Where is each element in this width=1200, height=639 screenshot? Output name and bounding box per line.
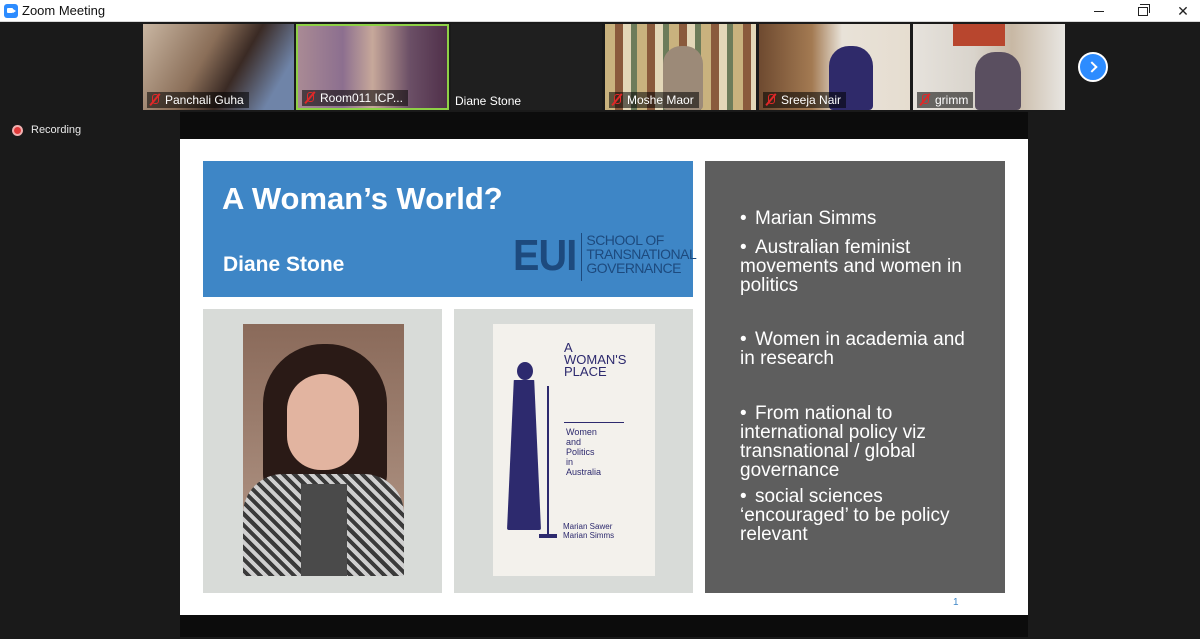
eui-logo-divider (581, 233, 583, 281)
restore-icon (1138, 3, 1150, 16)
author-portrait-image (243, 324, 404, 576)
window-title: Zoom Meeting (22, 3, 106, 18)
zoom-app-icon (4, 4, 18, 18)
speaker-illustration (503, 362, 557, 542)
next-participants-button[interactable] (1078, 52, 1108, 82)
eui-logo: EUI SCHOOL OF TRANSNATIONAL GOVERNANCE (513, 231, 697, 281)
participant-tile-video-off[interactable]: Diane Stone (451, 24, 602, 110)
window-titlebar: Zoom Meeting ✕ (0, 0, 1200, 22)
book-authors: Marian Sawer Marian Simms (563, 522, 615, 540)
recording-indicator[interactable]: Recording (12, 124, 81, 136)
slide-page-number: 1 (953, 597, 959, 608)
book-cover-image: A WOMAN'S PLACE Women and Politics in Au… (493, 324, 655, 576)
bullet-item: • Australian feminist movements and women… (740, 237, 962, 296)
close-button[interactable]: ✕ (1160, 0, 1200, 22)
participant-tile[interactable]: Panchali Guha (143, 24, 294, 110)
close-icon: ✕ (1177, 2, 1189, 19)
eui-logo-mark: EUI (513, 231, 577, 280)
participant-name-label: Panchali Guha (147, 92, 249, 108)
muted-mic-icon (304, 91, 316, 105)
minimize-button[interactable] (1076, 0, 1122, 22)
participant-name-label: Sreeja Nair (763, 92, 847, 108)
bullet-list-panel: • Marian Simms • Australian feminist movem… (705, 161, 1005, 593)
recording-label: Recording (31, 124, 82, 136)
presentation-slide: A Woman’s World? Diane Stone EUI SCHOOL … (180, 139, 1028, 615)
muted-mic-icon (611, 93, 623, 107)
bullet-item: • From national to international policy v… (740, 403, 926, 481)
participant-tile[interactable]: grimm (913, 24, 1065, 110)
minimize-icon (1094, 10, 1104, 12)
slide-title-box: A Woman’s World? Diane Stone EUI SCHOOL … (203, 161, 697, 297)
slide-title: A Woman’s World? (222, 181, 503, 216)
participant-tile[interactable]: Moshe Maor (605, 24, 756, 110)
book-cover-panel: A WOMAN'S PLACE Women and Politics in Au… (454, 309, 693, 593)
eui-logo-text: SCHOOL OF TRANSNATIONAL GOVERNANCE (586, 232, 697, 276)
muted-mic-icon (149, 93, 161, 107)
book-title: A WOMAN'S PLACE (564, 340, 627, 379)
participant-name-label: Moshe Maor (609, 92, 699, 108)
record-icon (12, 124, 23, 136)
slide-author: Diane Stone (223, 253, 345, 276)
participant-name-label: Diane Stone (455, 94, 522, 108)
muted-mic-icon (765, 93, 777, 107)
participant-name-label: Room011 ICP... (302, 90, 408, 106)
muted-mic-icon (919, 93, 931, 107)
portrait-panel (203, 309, 442, 593)
participant-tile-active[interactable]: Room011 ICP... (296, 24, 449, 110)
bullet-item: • social sciences ‘encouraged’ to be poli… (740, 486, 950, 545)
bullet-item: • Women in academia and in research (740, 329, 965, 369)
book-subtitle: Women and Politics in Australia (566, 427, 602, 477)
bullet-item: • Marian Simms (740, 208, 877, 229)
participant-name-label: grimm (917, 92, 974, 108)
participant-tile[interactable]: Sreeja Nair (759, 24, 910, 110)
chevron-right-icon (1085, 61, 1098, 73)
